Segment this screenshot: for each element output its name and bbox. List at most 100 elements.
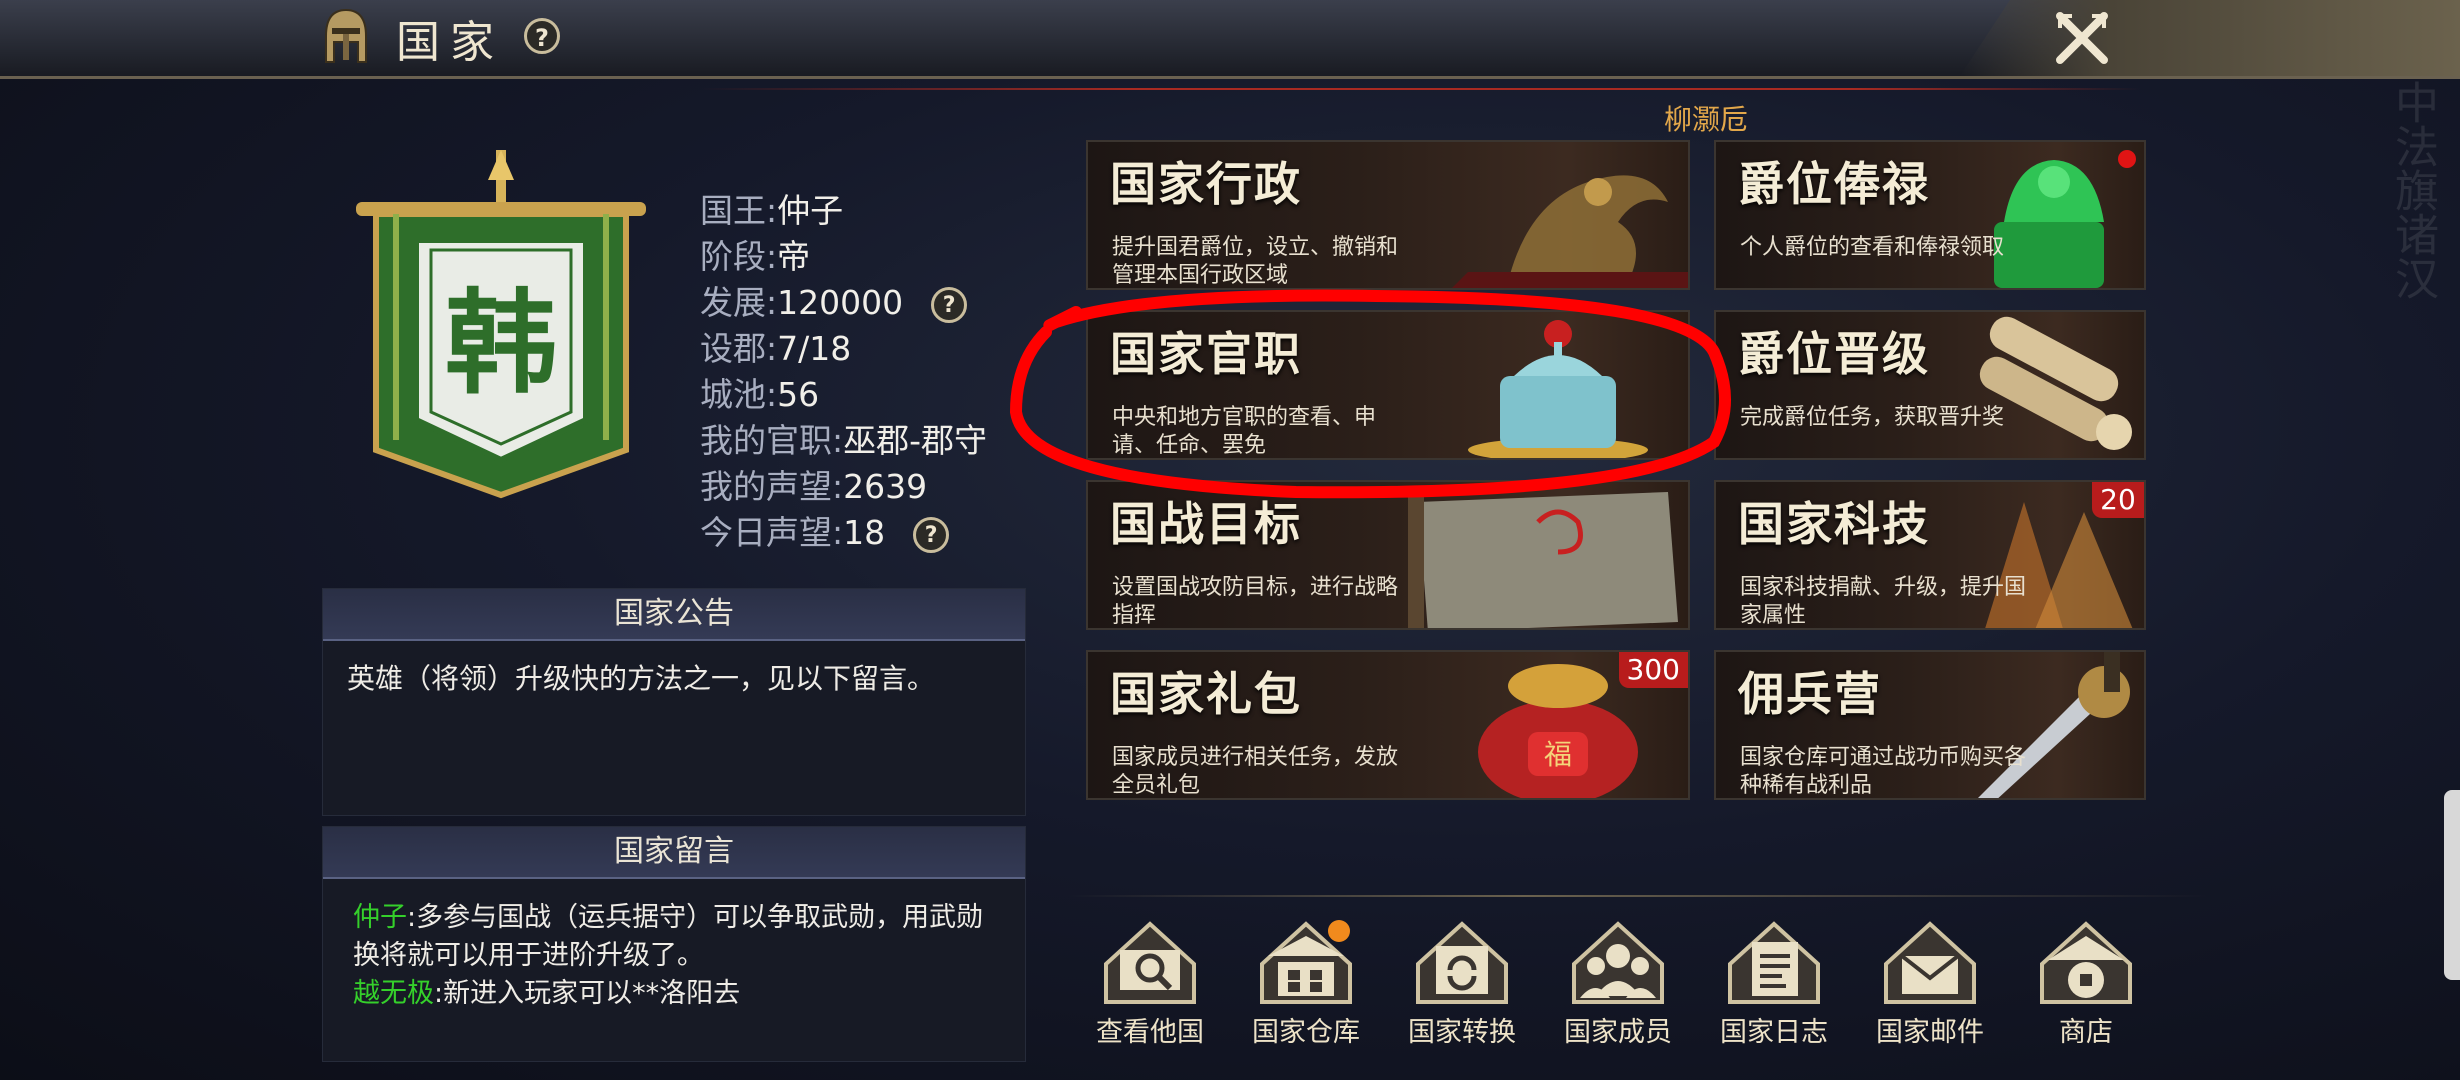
crossed-swords-icon [2056, 12, 2108, 64]
kingdom-info: 国王:仲子 阶段:帝 发展:120000? 设郡:7/18 城池:56 我的官职… [700, 188, 987, 556]
svg-text:福: 福 [1544, 738, 1572, 771]
close-button[interactable] [1960, 0, 2460, 76]
stat-label: 设郡: [700, 329, 778, 368]
notification-dot [2118, 150, 2136, 168]
card-description: 国家仓库可通过战功币购买各种稀有战利品 [1740, 745, 2027, 798]
button-label: 国家成员 [1564, 1017, 1672, 1048]
members-icon [1572, 921, 1664, 1004]
notice-title: 国家公告 [323, 589, 1025, 641]
national-transfer-button[interactable]: 国家转换 [1392, 920, 1532, 1050]
banner-character: 韩 [445, 278, 557, 409]
card-noble-promotion[interactable]: 爵位晋级 完成爵位任务，获取晋升奖 [1714, 310, 2146, 460]
stat-value: 7/18 [777, 329, 852, 368]
card-description: 个人爵位的查看和俸禄领取 [1740, 235, 2005, 260]
kingdom-banner: 韩 [356, 150, 646, 499]
stat-value: 帝 [777, 237, 811, 276]
help-icon[interactable]: ? [913, 516, 950, 553]
button-label: 查看他国 [1096, 1017, 1204, 1048]
card-title: 国战目标 [1110, 497, 1302, 551]
card-national-gift-pack[interactable]: 福 国家礼包 国家成员进行相关任务，发放全员礼包 300 [1086, 650, 1690, 800]
card-description: 国家科技捐献、升级，提升国家属性 [1740, 575, 2027, 628]
message-item: 仲子:多参与国战（运兵据守）可以争取武勋，用武勋换将就可以用于进阶升级了。 [353, 899, 995, 975]
stat-row-today-prestige: 今日声望:18? [700, 510, 987, 556]
stat-value: 巫郡-郡守 [843, 421, 988, 460]
stat-label: 国王: [700, 191, 778, 230]
message-item: 越无极:新进入玩家可以**洛阳去 [353, 975, 995, 1013]
title-bar: 国家 ? [0, 0, 2460, 79]
card-national-administration[interactable]: 国家行政 提升国君爵位，设立、撤销和管理本国行政区域 [1086, 140, 1690, 290]
stat-row-development: 发展:120000? [700, 280, 987, 326]
notification-dot [1328, 920, 1350, 942]
stat-label: 我的声望: [700, 467, 844, 506]
national-mail-button[interactable]: 国家邮件 [1860, 920, 2000, 1050]
help-icon[interactable]: ? [524, 18, 560, 54]
stat-label: 我的官职: [700, 421, 844, 460]
page-title: 国家 [396, 17, 504, 68]
button-label: 国家仓库 [1252, 1017, 1360, 1048]
button-label: 国家邮件 [1876, 1017, 1984, 1048]
stat-row-stage: 阶段:帝 [700, 234, 987, 280]
national-log-button[interactable]: 国家日志 [1704, 920, 1844, 1050]
stat-value: 56 [777, 375, 820, 414]
card-description: 完成爵位任务，获取晋升奖 [1740, 405, 2005, 430]
card-national-offices[interactable]: 国家官职 中央和地方官职的查看、申请、任命、罢免 [1086, 310, 1690, 460]
message-text: :多参与国战（运兵据守）可以争取武勋，用武勋换将就可以用于进阶升级了。 [353, 902, 984, 971]
message-title: 国家留言 [323, 827, 1025, 879]
card-title: 国家礼包 [1110, 667, 1302, 721]
view-other-countries-button[interactable]: 查看他国 [1080, 920, 1220, 1050]
card-war-target[interactable]: 国战目标 设置国战攻防目标，进行战略指挥 [1086, 480, 1690, 630]
magnifier-scroll-icon [1104, 921, 1196, 1004]
stat-value: 2639 [843, 467, 928, 506]
message-author[interactable]: 越无极 [353, 978, 434, 1009]
card-description: 中央和地方官职的查看、申请、任命、罢免 [1112, 405, 1377, 458]
help-icon[interactable]: ? [931, 286, 968, 323]
card-title: 佣兵营 [1738, 667, 1882, 721]
stat-label: 今日声望: [700, 513, 844, 552]
card-description: 设置国战攻防目标，进行战略指挥 [1112, 575, 1399, 628]
notice-text: 英雄（将领）升级快的方法之一，见以下留言。 [347, 662, 936, 695]
card-national-technology[interactable]: 国家科技 国家科技捐献、升级，提升国家属性 20 [1714, 480, 2146, 630]
transfer-icon [1416, 921, 1508, 1004]
message-panel[interactable]: 国家留言 仲子:多参与国战（运兵据守）可以争取武勋，用武勋换将就可以用于进阶升级… [322, 826, 1026, 1062]
calligraphy-background: 中法旗诸汉 [2387, 80, 2438, 300]
edge-handle[interactable] [2444, 790, 2460, 980]
stat-row-prefectures: 设郡:7/18 [700, 326, 987, 372]
scrolls-icon [1979, 316, 2132, 450]
stat-row-my-office: 我的官职:巫郡-郡守 [700, 418, 987, 464]
coin-shop-icon [2040, 921, 2132, 1004]
dragon-statue-icon [1452, 175, 1688, 288]
shop-button[interactable]: 商店 [2016, 920, 2156, 1050]
war-map-icon [1408, 492, 1678, 628]
stat-row-king: 国王:仲子 [700, 188, 987, 234]
button-label: 国家转换 [1408, 1017, 1516, 1048]
button-label: 商店 [2059, 1017, 2113, 1048]
card-title: 爵位晋级 [1738, 327, 1930, 381]
stat-row-my-prestige: 我的声望:2639 [700, 464, 987, 510]
mail-icon [1884, 921, 1976, 1004]
button-label: 国家日志 [1720, 1017, 1828, 1048]
message-text: :新进入玩家可以**洛阳去 [434, 978, 741, 1009]
card-noble-salary[interactable]: 爵位俸禄 个人爵位的查看和俸禄领取 [1714, 140, 2146, 290]
message-author[interactable]: 仲子 [353, 902, 407, 933]
card-title: 国家官职 [1110, 327, 1302, 381]
helmet-icon [325, 8, 367, 63]
log-book-icon [1728, 921, 1820, 1004]
bottom-divider [1068, 895, 2208, 897]
message-list: 仲子:多参与国战（运兵据守）可以争取武勋，用武勋换将就可以用于进阶升级了。 越无… [323, 879, 1025, 1033]
card-mercenary-camp[interactable]: 佣兵营 国家仓库可通过战功币购买各种稀有战利品 [1714, 650, 2146, 800]
count-badge: 20 [2092, 482, 2144, 518]
stat-label: 阶段: [700, 237, 778, 276]
stat-value: 仲子 [777, 191, 844, 230]
national-members-button[interactable]: 国家成员 [1548, 920, 1688, 1050]
notice-panel: 国家公告 英雄（将领）升级快的方法之一，见以下留言。 [322, 588, 1026, 816]
card-title: 国家行政 [1110, 157, 1302, 211]
official-seal-icon [1468, 320, 1648, 458]
card-description: 提升国君爵位，设立、撤销和管理本国行政区域 [1112, 235, 1399, 288]
national-warehouse-button[interactable]: 国家仓库 [1236, 920, 1376, 1050]
stat-value: 18 [843, 513, 886, 552]
stat-row-cities: 城池:56 [700, 372, 987, 418]
header-divider [700, 88, 2140, 90]
server-label: 柳灏卮 [1664, 103, 1749, 136]
stat-label: 发展: [700, 283, 778, 322]
count-badge: 300 [1618, 652, 1688, 688]
